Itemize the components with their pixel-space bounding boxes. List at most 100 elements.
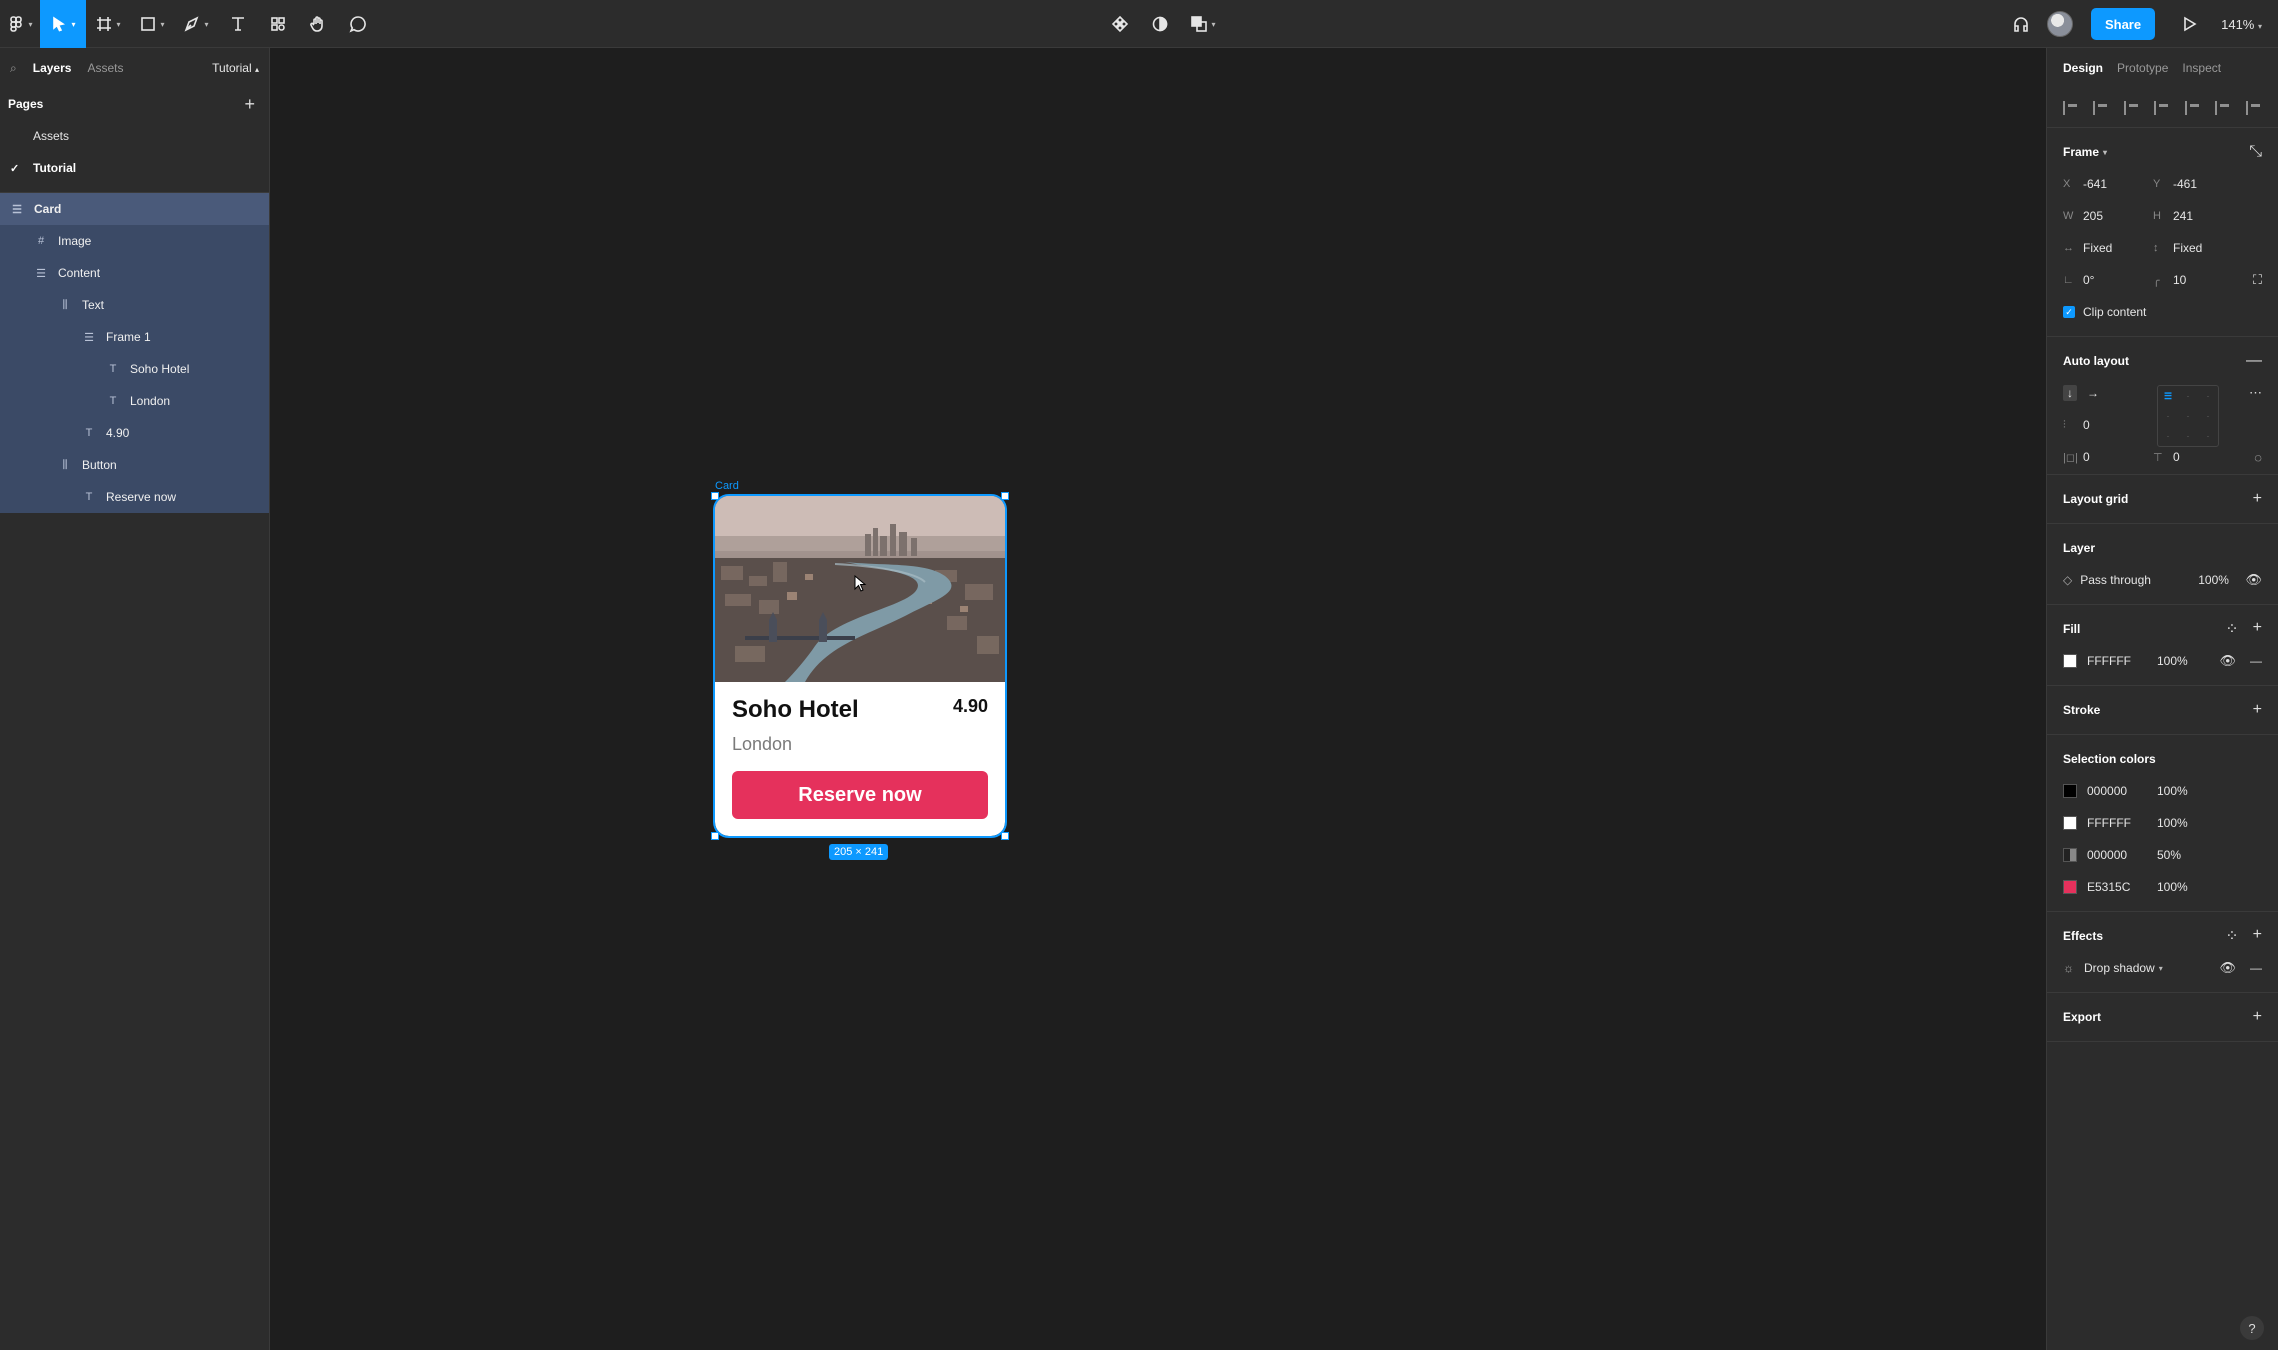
align-bottom-icon[interactable] bbox=[2215, 100, 2231, 115]
add-stroke-icon[interactable]: + bbox=[2253, 701, 2262, 719]
color-opacity[interactable]: 50% bbox=[2157, 848, 2181, 862]
remove-fill-icon[interactable]: — bbox=[2250, 654, 2262, 668]
style-icon[interactable]: ⁘ bbox=[2225, 926, 2238, 946]
move-tool-icon[interactable]: ▾ bbox=[40, 0, 86, 48]
effect-type-select[interactable]: Drop shadow bbox=[2084, 961, 2155, 975]
layer-content[interactable]: ☰ Content bbox=[0, 257, 269, 289]
layer-rating[interactable]: T 4.90 bbox=[0, 417, 269, 449]
vertical-padding-input[interactable]: 0 bbox=[2173, 450, 2243, 464]
hotel-rating[interactable]: 4.90 bbox=[953, 696, 988, 717]
blend-mode-select[interactable]: Pass through bbox=[2080, 573, 2190, 587]
more-options-icon[interactable]: ⋯ bbox=[2249, 385, 2262, 401]
resize-handle-top-left[interactable] bbox=[711, 492, 719, 500]
page-switcher[interactable]: Tutorial ▴ bbox=[212, 61, 259, 75]
individual-padding-icon[interactable]: ◌ bbox=[2254, 450, 2262, 465]
y-input[interactable]: -461 bbox=[2173, 177, 2243, 191]
fill-swatch[interactable] bbox=[2063, 654, 2077, 668]
remove-effect-icon[interactable]: — bbox=[2250, 961, 2262, 975]
tab-design[interactable]: Design bbox=[2063, 61, 2103, 75]
frame-tool-icon[interactable]: ▾ bbox=[86, 0, 130, 48]
eye-icon[interactable]: 👁 bbox=[2219, 653, 2236, 669]
resize-handle-bottom-right[interactable] bbox=[1001, 832, 1009, 840]
fill-hex-input[interactable]: FFFFFF bbox=[2087, 654, 2157, 668]
align-dot[interactable]: · bbox=[2198, 406, 2218, 426]
alignment-grid[interactable]: ☰ · · · · · · · · bbox=[2157, 385, 2219, 447]
present-icon[interactable] bbox=[2169, 0, 2209, 48]
direction-horizontal-icon[interactable]: → bbox=[2087, 386, 2099, 400]
layer-soho-hotel[interactable]: T Soho Hotel bbox=[0, 353, 269, 385]
resources-icon[interactable] bbox=[258, 0, 298, 48]
zoom-level[interactable]: 141% ▾ bbox=[2215, 17, 2268, 32]
direction-vertical-icon[interactable]: ↓ bbox=[2063, 385, 2077, 401]
color-hex[interactable]: 000000 bbox=[2087, 784, 2157, 798]
height-input[interactable]: 241 bbox=[2173, 209, 2243, 223]
fill-opacity-input[interactable]: 100% bbox=[2157, 654, 2188, 668]
layer-image[interactable]: # Image bbox=[0, 225, 269, 257]
resize-handle-bottom-left[interactable] bbox=[711, 832, 719, 840]
independent-corners-icon[interactable]: ⛶ bbox=[2253, 272, 2262, 288]
color-swatch[interactable] bbox=[2063, 880, 2077, 894]
frame-header[interactable]: Frame ▾ ⤡ bbox=[2047, 136, 2278, 168]
color-swatch[interactable] bbox=[2063, 816, 2077, 830]
share-button[interactable]: Share bbox=[2090, 8, 2156, 40]
tab-assets[interactable]: Assets bbox=[87, 61, 123, 75]
color-hex[interactable]: E5315C bbox=[2087, 880, 2157, 894]
add-page-icon[interactable]: + bbox=[244, 94, 261, 115]
align-dot[interactable]: · bbox=[2198, 386, 2218, 406]
comment-icon[interactable] bbox=[338, 0, 378, 48]
width-input[interactable]: 205 bbox=[2083, 209, 2153, 223]
color-opacity[interactable]: 100% bbox=[2157, 816, 2188, 830]
color-swatch[interactable] bbox=[2063, 848, 2077, 862]
clip-content-row[interactable]: ✓ Clip content bbox=[2047, 296, 2278, 328]
align-dot[interactable]: · bbox=[2178, 426, 2198, 446]
canvas[interactable]: Card Soho Hotel 4.90 London Reserve now … bbox=[271, 48, 2045, 1350]
tab-prototype[interactable]: Prototype bbox=[2117, 61, 2168, 75]
add-export-icon[interactable]: + bbox=[2253, 1008, 2262, 1026]
rotation-input[interactable]: 0° bbox=[2083, 273, 2153, 287]
boolean-ops-icon[interactable]: ▾ bbox=[1180, 0, 1226, 48]
reserve-now-button[interactable]: Reserve now bbox=[732, 771, 988, 819]
align-center-v-icon[interactable] bbox=[2184, 100, 2201, 115]
resize-handle-top-right[interactable] bbox=[1001, 492, 1009, 500]
eye-icon[interactable]: 👁 bbox=[2245, 572, 2262, 588]
align-dot[interactable]: · bbox=[2158, 426, 2178, 446]
resize-to-fit-icon[interactable]: ⤡ bbox=[2249, 143, 2262, 161]
align-dot[interactable]: · bbox=[2178, 406, 2198, 426]
hand-tool-icon[interactable] bbox=[298, 0, 338, 48]
x-input[interactable]: -641 bbox=[2083, 177, 2153, 191]
text-tool-icon[interactable] bbox=[218, 0, 258, 48]
style-icon[interactable]: ⁘ bbox=[2225, 619, 2238, 639]
align-dot[interactable]: · bbox=[2178, 386, 2198, 406]
color-opacity[interactable]: 100% bbox=[2157, 784, 2188, 798]
add-fill-icon[interactable]: + bbox=[2253, 619, 2262, 639]
align-dot[interactable]: · bbox=[2158, 406, 2178, 426]
tab-inspect[interactable]: Inspect bbox=[2182, 61, 2221, 75]
align-right-icon[interactable] bbox=[2123, 100, 2140, 115]
distribute-icon[interactable] bbox=[2245, 100, 2262, 115]
shape-tool-icon[interactable]: ▾ bbox=[130, 0, 174, 48]
layer-opacity-input[interactable]: 100% bbox=[2198, 573, 2229, 587]
checkbox-checked-icon[interactable]: ✓ bbox=[2063, 306, 2075, 318]
layer-reserve-now[interactable]: T Reserve now bbox=[0, 481, 269, 513]
figma-menu-icon[interactable]: ▾ bbox=[0, 0, 40, 48]
layer-button[interactable]: ⫼ Button bbox=[0, 449, 269, 481]
add-layout-grid-icon[interactable]: + bbox=[2253, 490, 2262, 508]
color-opacity[interactable]: 100% bbox=[2157, 880, 2188, 894]
horizontal-resizing-select[interactable]: Fixed bbox=[2083, 241, 2153, 255]
help-button[interactable]: ? bbox=[2240, 1316, 2264, 1340]
headphones-icon[interactable] bbox=[2001, 0, 2041, 48]
color-hex[interactable]: FFFFFF bbox=[2087, 816, 2157, 830]
add-effect-icon[interactable]: + bbox=[2253, 926, 2262, 946]
corner-radius-input[interactable]: 10 bbox=[2173, 273, 2243, 287]
search-icon[interactable]: ⌕ bbox=[10, 61, 17, 76]
eye-icon[interactable]: 👁 bbox=[2219, 960, 2236, 976]
layer-text[interactable]: ⫼ Text bbox=[0, 289, 269, 321]
align-dot[interactable]: · bbox=[2198, 426, 2218, 446]
color-swatch[interactable] bbox=[2063, 784, 2077, 798]
vertical-resizing-select[interactable]: Fixed bbox=[2173, 241, 2243, 255]
spacing-input[interactable]: 0 bbox=[2083, 418, 2153, 432]
sun-icon[interactable]: ☼ bbox=[2063, 961, 2074, 975]
layer-frame-1[interactable]: ☰ Frame 1 bbox=[0, 321, 269, 353]
page-item-tutorial[interactable]: ✓ Tutorial bbox=[0, 152, 269, 184]
align-center-h-icon[interactable] bbox=[2093, 100, 2109, 115]
